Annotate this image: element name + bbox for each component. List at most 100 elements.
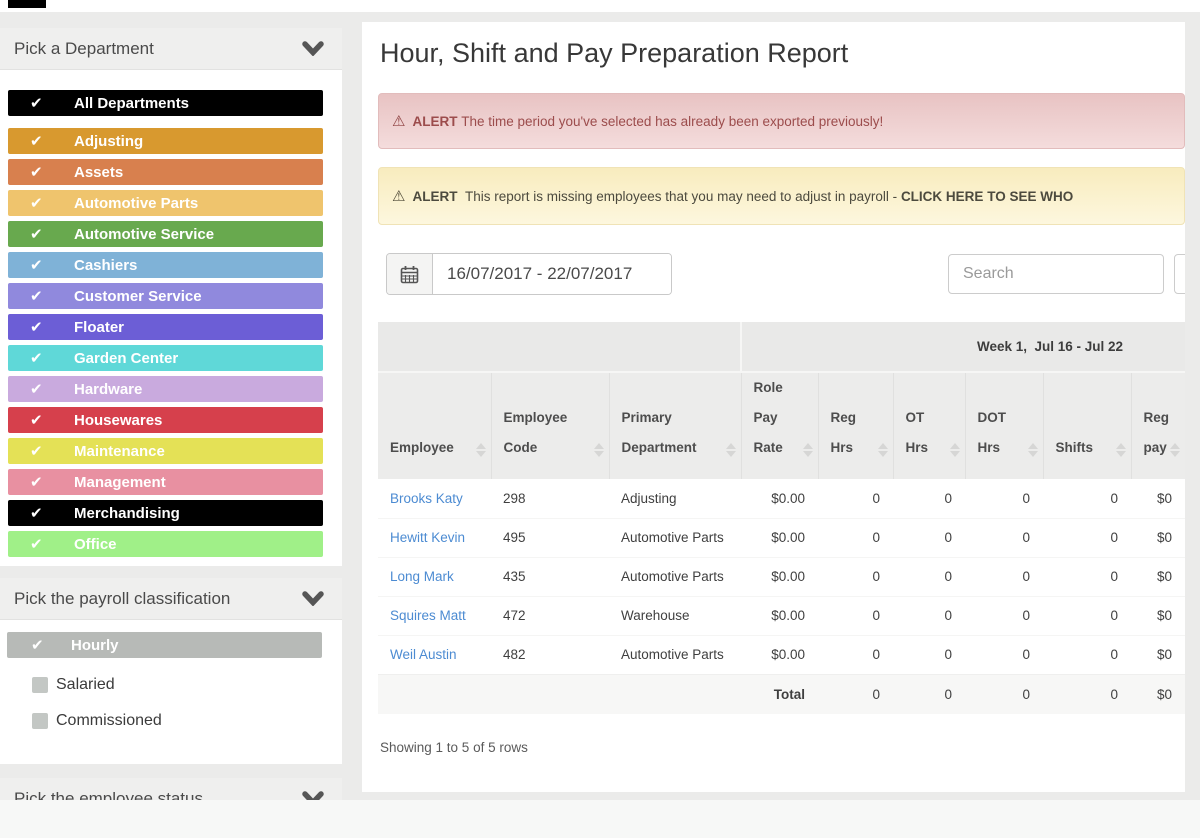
total-shifts: 0 (1043, 673, 1132, 714)
column-header-employee-code[interactable]: Employee Code (490, 372, 609, 479)
ot-hrs-cell: 0 (944, 490, 953, 506)
shifts-cell: 0 (1043, 517, 1132, 557)
warning-triangle-icon: ⚠ (392, 188, 406, 205)
check-icon: ✔ (30, 319, 43, 336)
check-icon: ✔ (30, 381, 43, 398)
department-filter-item[interactable]: ✔ Cashiers (8, 252, 323, 278)
department-panel-header[interactable]: Pick a Department (0, 28, 342, 70)
date-range-input[interactable] (433, 254, 671, 294)
primary-department-cell: Automotive Parts (609, 634, 742, 674)
chevron-down-icon[interactable] (302, 591, 324, 606)
column-header-row: Employee Employee Code Primary Departmen… (378, 372, 1185, 479)
bottom-strip (0, 800, 1200, 838)
table-body: Brooks Katy 298 Adjusting $0.00 0 0 0 0 … (378, 479, 1185, 674)
department-filter-item[interactable]: ✔ Maintenance (8, 438, 323, 464)
department-filter-item[interactable]: ✔ Merchandising (8, 500, 323, 526)
calendar-icon[interactable] (387, 254, 433, 294)
column-header-reg-pay[interactable]: Reg pay (1130, 372, 1185, 479)
department-filter-item[interactable]: ✔ Floater (8, 314, 323, 340)
sort-icon (949, 443, 960, 457)
sort-icon (1115, 443, 1126, 457)
employee-link[interactable]: Brooks Katy (390, 491, 463, 506)
employee-code-cell: 472 (491, 595, 609, 635)
employee-code-cell: 435 (491, 556, 609, 596)
date-range-picker (386, 253, 672, 295)
reg-pay-cell: $0 (1131, 634, 1185, 674)
reg-pay-cell: $0 (1157, 490, 1173, 506)
alert-label: ALERT (412, 188, 458, 204)
total-reg-pay: $0 (1131, 673, 1185, 714)
chevron-down-icon[interactable] (302, 41, 324, 56)
payroll-option-hourly[interactable]: ✔ Hourly (7, 632, 322, 658)
department-label: Merchandising (74, 504, 180, 522)
check-icon: ✔ (30, 350, 43, 367)
dot-hrs-cell: 0 (965, 517, 1044, 557)
employee-link[interactable]: Long Mark (390, 569, 454, 584)
department-filter-item[interactable]: ✔ Assets (8, 159, 323, 185)
department-filter-item[interactable]: ✔ Automotive Service (8, 221, 323, 247)
department-filter-item[interactable]: ✔ Management (8, 469, 323, 495)
sort-icon (802, 443, 813, 457)
column-header-reg-hrs[interactable]: Reg Hrs (817, 372, 894, 479)
column-header-employee[interactable]: Employee (378, 372, 491, 479)
department-filter-item[interactable]: ✔ Hardware (8, 376, 323, 402)
warning-alert: ⚠ ALERT This report is missing employees… (378, 167, 1185, 225)
employee-status-panel: Pick the employee status (0, 778, 342, 800)
column-header-ot-hrs[interactable]: OT Hrs (892, 372, 966, 479)
reg-hrs-cell: 0 (818, 634, 894, 674)
danger-alert: ⚠ ALERT The time period you've selected … (378, 93, 1185, 149)
employee-link[interactable]: Weil Austin (390, 647, 457, 662)
dot-hrs-cell: 0 (1022, 490, 1031, 506)
department-filter-panel: Pick a Department ✔ All Departments ✔ Ad… (0, 28, 342, 566)
role-pay-rate-cell: $0.00 (741, 595, 819, 635)
checkbox-icon (32, 713, 48, 729)
chevron-down-icon[interactable] (302, 791, 324, 800)
total-dot-hrs: 0 (965, 673, 1044, 714)
sort-icon (1170, 443, 1181, 457)
department-label: Floater (74, 318, 125, 336)
ot-hrs-cell: 0 (893, 595, 966, 635)
column-header-shifts[interactable]: Shifts (1042, 372, 1132, 479)
partial-button[interactable] (1174, 254, 1185, 294)
department-filter-item[interactable]: ✔ Adjusting (8, 128, 323, 154)
table-row: Squires Matt 472 Warehouse $0.00 0 0 0 0… (378, 595, 1185, 635)
payroll-panel-header[interactable]: Pick the payroll classification (0, 578, 342, 620)
department-label: Housewares (74, 411, 163, 429)
payroll-option-salaried[interactable]: Salaried (32, 676, 342, 694)
employee-link[interactable]: Hewitt Kevin (390, 530, 465, 545)
reg-hrs-cell: 0 (872, 490, 881, 506)
department-label: Cashiers (74, 256, 138, 274)
department-filter-item[interactable]: ✔ Office (8, 531, 323, 557)
see-who-link[interactable]: CLICK HERE TO SEE WHO (901, 189, 1073, 204)
column-header-primary-department[interactable]: Primary Department (608, 372, 742, 479)
payroll-option-commissioned[interactable]: Commissioned (32, 712, 342, 730)
column-header-role-pay-rate[interactable]: Role Pay Rate (740, 372, 819, 479)
alert-label: ALERT (412, 113, 458, 129)
week-group-row: Week 1, Jul 16 - Jul 22 (378, 322, 1185, 373)
warning-triangle-icon: ⚠ (392, 113, 406, 130)
column-header-dot-hrs[interactable]: DOT Hrs (964, 372, 1044, 479)
reg-hrs-cell: 0 (818, 556, 894, 596)
department-filter-item[interactable]: ✔ All Departments (8, 90, 323, 116)
employee-link[interactable]: Squires Matt (390, 608, 466, 623)
dot-hrs-cell: 0 (965, 634, 1044, 674)
department-filter-item[interactable]: ✔ Customer Service (8, 283, 323, 309)
department-list: ✔ All Departments ✔ Adjusting ✔ Assets ✔… (0, 70, 342, 557)
department-filter-item[interactable]: ✔ Housewares (8, 407, 323, 433)
search-input[interactable] (948, 254, 1164, 294)
week-header: Week 1, Jul 16 - Jul 22 (741, 322, 1185, 373)
reg-hrs-cell: 0 (818, 595, 894, 635)
check-icon: ✔ (30, 536, 43, 553)
department-label: All Departments (74, 94, 190, 112)
check-icon: ✔ (30, 505, 43, 522)
department-filter-item[interactable]: ✔ Automotive Parts (8, 190, 323, 216)
status-panel-header[interactable]: Pick the employee status (0, 778, 342, 800)
ot-hrs-cell: 0 (893, 634, 966, 674)
role-pay-rate-cell: $0.00 (741, 556, 819, 596)
check-icon: ✔ (30, 443, 43, 460)
department-label: Maintenance (74, 442, 165, 460)
total-row: Total 0 0 0 0 $0 (378, 673, 1185, 714)
sort-icon (725, 443, 736, 457)
payroll-panel-title: Pick the payroll classification (14, 588, 231, 608)
department-filter-item[interactable]: ✔ Garden Center (8, 345, 323, 371)
